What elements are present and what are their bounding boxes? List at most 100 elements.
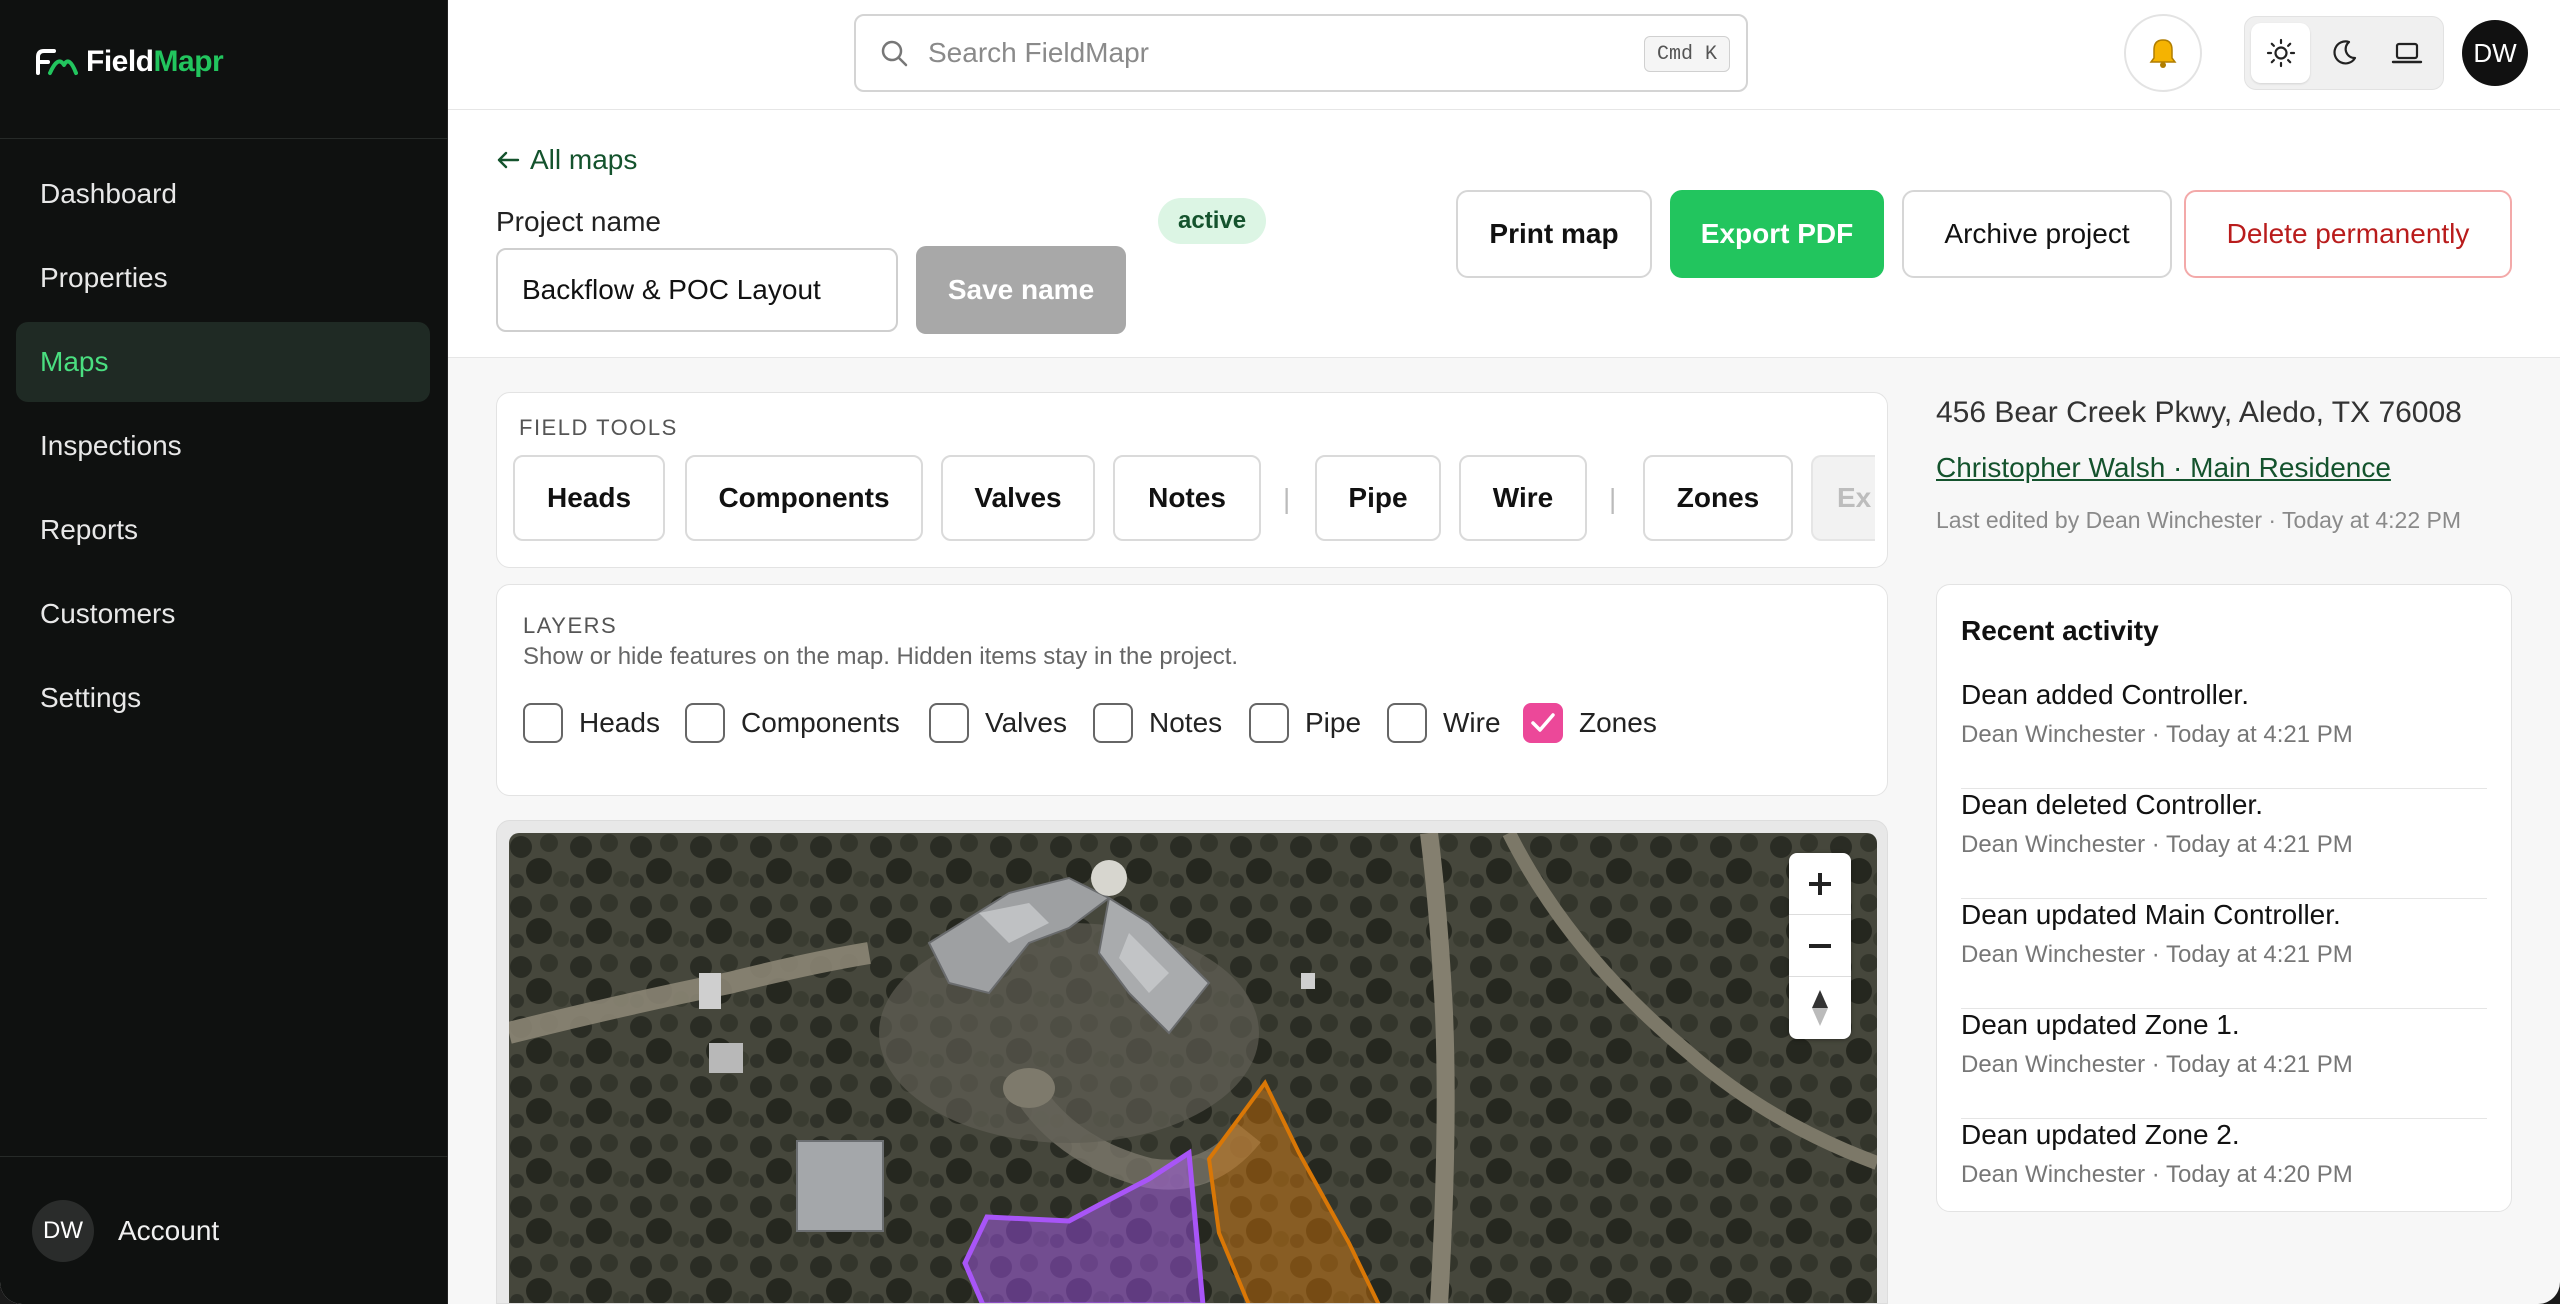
field-tools-title: FIELD TOOLS (519, 415, 678, 440)
layer-label: Components (741, 707, 900, 738)
tool-valves-button[interactable]: Valves (941, 455, 1095, 541)
layer-toggle-zones[interactable]: Zones (1523, 703, 1657, 743)
tool-notes-button[interactable]: Notes (1113, 455, 1261, 541)
activity-text: Dean updated Zone 2. (1961, 1119, 2240, 1150)
layer-toggle-pipe[interactable]: Pipe (1249, 703, 1361, 743)
save-name-button[interactable]: Save name (916, 246, 1126, 334)
project-name-input[interactable] (496, 248, 898, 332)
layer-label: Heads (579, 707, 660, 738)
map-canvas[interactable] (509, 833, 1877, 1304)
theme-system-button[interactable] (2378, 23, 2437, 83)
bell-icon (2149, 39, 2177, 68)
property-address: 456 Bear Creek Pkwy, Aledo, TX 76008 (1936, 396, 2462, 429)
customer-property-link[interactable]: Christopher Walsh · Main Residence (1936, 452, 2391, 484)
notifications-button[interactable] (2124, 14, 2202, 92)
layer-toggle-notes[interactable]: Notes (1093, 703, 1222, 743)
tool-heads-button[interactable]: Heads (513, 455, 665, 541)
recent-activity-panel: Recent activity Dean added Controller. D… (1936, 584, 2512, 1212)
search-shortcut-badge: Cmd K (1643, 36, 1730, 72)
activity-item: Dean added Controller. Dean Winchester ·… (1961, 679, 2487, 789)
sidebar-item-dashboard[interactable]: Dashboard (16, 154, 430, 234)
back-to-maps-link[interactable]: All maps (496, 144, 637, 176)
sidebar-item-maps[interactable]: Maps (16, 322, 430, 402)
arrow-left-icon (497, 151, 520, 169)
search-input[interactable] (928, 37, 1608, 69)
last-edited-text: Last edited by Dean Winchester · Today a… (1936, 507, 2462, 533)
layer-toggle-wire[interactable]: Wire (1387, 703, 1501, 743)
sidebar: FieldMapr Dashboard Properties Maps Insp… (0, 0, 448, 1304)
reset-bearing-button[interactable] (1789, 977, 1851, 1039)
sun-icon (2266, 38, 2295, 68)
layer-toggle-valves[interactable]: Valves (929, 703, 1067, 743)
layer-label: Wire (1443, 707, 1501, 738)
zoom-out-button[interactable] (1789, 915, 1851, 977)
checkmark-icon (1531, 713, 1555, 732)
activity-meta: Dean Winchester · Today at 4:20 PM (1961, 1161, 2353, 1188)
theme-light-button[interactable] (2251, 23, 2311, 83)
tool-wire-button[interactable]: Wire (1459, 455, 1587, 541)
back-link-label: All maps (530, 144, 638, 175)
account-label: Account (118, 1215, 220, 1246)
tool-pipe-button[interactable]: Pipe (1315, 455, 1441, 541)
sidebar-item-customers[interactable]: Customers (16, 574, 430, 654)
layer-label: Valves (985, 707, 1067, 738)
compass-icon (1812, 990, 1828, 1026)
sidebar-item-reports[interactable]: Reports (16, 490, 430, 570)
tool-overflow-button[interactable]: Ex (1811, 455, 1875, 541)
fieldmapr-logo-icon (36, 49, 78, 75)
activity-item: Dean deleted Controller. Dean Winchester… (1961, 789, 2487, 899)
sidebar-item-settings[interactable]: Settings (16, 658, 430, 738)
layer-checkbox[interactable] (1093, 703, 1133, 743)
activity-meta: Dean Winchester · Today at 4:21 PM (1961, 831, 2353, 858)
project-header: All maps Project name Save name active P… (448, 110, 2560, 358)
activity-text: Dean updated Main Controller. (1961, 899, 2341, 930)
layer-toggle-heads[interactable]: Heads (523, 703, 660, 743)
activity-item: Dean updated Main Controller. Dean Winch… (1961, 899, 2487, 1009)
topbar: Cmd K (448, 0, 2560, 110)
tool-components-button[interactable]: Components (685, 455, 923, 541)
map-container (496, 820, 1888, 1304)
field-tools-panel: FIELD TOOLS Heads Components Valves Note… (496, 392, 1888, 568)
layer-checkbox[interactable] (685, 703, 725, 743)
print-map-button[interactable]: Print map (1456, 190, 1652, 278)
layer-checkbox[interactable] (1387, 703, 1427, 743)
activity-meta: Dean Winchester · Today at 4:21 PM (1961, 1051, 2353, 1078)
sidebar-nav: Dashboard Properties Maps Inspections Re… (16, 154, 430, 742)
brand-name: FieldMapr (86, 45, 224, 78)
theme-dark-button[interactable] (2314, 23, 2373, 83)
activity-item: Dean updated Zone 2. Dean Winchester · T… (1961, 1119, 2487, 1229)
layers-title: LAYERS (523, 613, 618, 638)
search-icon (881, 40, 908, 67)
layers-panel: LAYERS Show or hide features on the map.… (496, 584, 1888, 796)
tool-zones-button[interactable]: Zones (1643, 455, 1793, 541)
search-box[interactable]: Cmd K (854, 14, 1748, 92)
activity-meta: Dean Winchester · Today at 4:21 PM (1961, 721, 2353, 748)
layer-label: Notes (1149, 707, 1223, 738)
layer-checkbox[interactable] (523, 703, 563, 743)
activity-text: Dean deleted Controller. (1961, 789, 2263, 820)
zoom-in-button[interactable] (1789, 853, 1851, 915)
sidebar-item-properties[interactable]: Properties (16, 238, 430, 318)
sidebar-divider (0, 1156, 448, 1157)
user-avatar[interactable]: DW (2462, 20, 2528, 86)
layer-checkbox[interactable] (929, 703, 969, 743)
brand-logo[interactable]: FieldMapr (34, 42, 224, 82)
theme-switcher (2244, 16, 2444, 90)
project-name-label: Project name (496, 206, 661, 237)
archive-project-button[interactable]: Archive project (1902, 190, 2172, 278)
export-pdf-button[interactable]: Export PDF (1670, 190, 1884, 278)
layers-description: Show or hide features on the map. Hidden… (523, 643, 1239, 670)
recent-activity-title: Recent activity (1961, 615, 2159, 646)
activity-text: Dean updated Zone 1. (1961, 1009, 2240, 1040)
status-badge: active (1158, 198, 1267, 244)
zoom-in-icon (1809, 872, 1831, 895)
layer-toggle-components[interactable]: Components (685, 703, 900, 743)
delete-permanently-button[interactable]: Delete permanently (2184, 190, 2512, 278)
sidebar-item-inspections[interactable]: Inspections (16, 406, 430, 486)
activity-item: Dean updated Zone 1. Dean Winchester · T… (1961, 1009, 2487, 1119)
layer-checkbox[interactable] (1249, 703, 1289, 743)
account-menu[interactable]: DW Account (32, 1200, 219, 1262)
layer-label: Zones (1579, 707, 1657, 738)
layer-checkbox-checked[interactable] (1523, 703, 1563, 743)
aerial-imagery[interactable] (509, 833, 1877, 1304)
